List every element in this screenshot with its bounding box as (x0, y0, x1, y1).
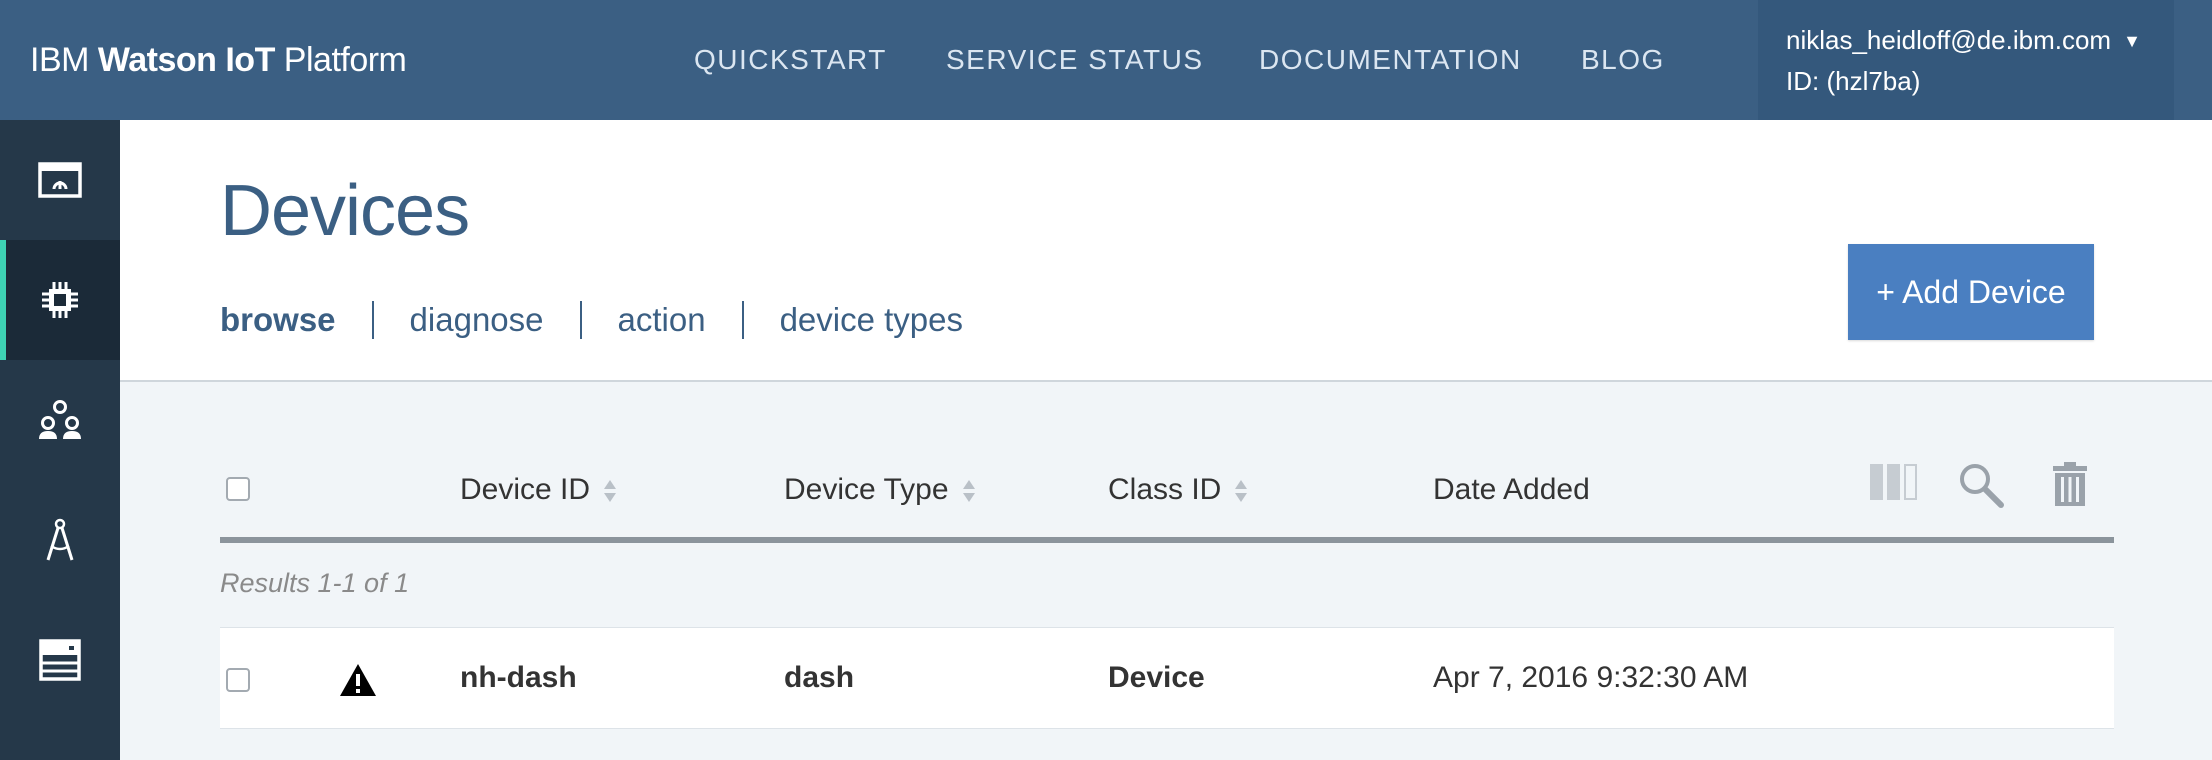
sidebar-item-dashboard[interactable] (0, 120, 120, 240)
members-icon (39, 400, 81, 439)
sidebar-item-extensions[interactable] (0, 600, 120, 720)
sidebar-item-members[interactable] (0, 360, 120, 480)
table-row[interactable]: nh-dash dash Device Apr 7, 2016 9:32:30 … (220, 627, 2114, 729)
tab-bar: browse diagnose action device types (220, 295, 963, 345)
table-header-divider (220, 537, 2114, 543)
brand-prefix: IBM (30, 41, 89, 79)
cell-device-type: dash (784, 661, 855, 694)
top-bar: IBM Watson IoT Platform QUICKSTART SERVI… (0, 0, 2212, 120)
tab-action[interactable]: action (618, 301, 706, 339)
cell-class-id: Device (1108, 661, 1205, 694)
brand-logo[interactable]: IBM Watson IoT Platform (30, 0, 407, 120)
column-device-id[interactable]: Device ID (460, 440, 617, 540)
compass-icon (46, 518, 74, 561)
nav-service-status[interactable]: SERVICE STATUS (946, 0, 1204, 120)
select-all-checkbox[interactable] (226, 477, 250, 501)
warning-icon (340, 664, 376, 696)
account-menu[interactable]: niklas_heidloff@de.ibm.com ▼ ID: (hzl7ba) (1758, 0, 2174, 120)
tab-divider (579, 301, 582, 339)
row-checkbox[interactable] (226, 668, 250, 692)
columns-icon[interactable] (1869, 462, 1919, 502)
tab-browse[interactable]: browse (220, 301, 336, 339)
column-label: Device ID (460, 473, 591, 506)
cell-device-id[interactable]: nh-dash (460, 628, 577, 728)
trash-icon[interactable] (2052, 462, 2088, 506)
results-count: Results 1-1 of 1 (220, 568, 410, 598)
server-icon (39, 639, 81, 681)
search-icon[interactable] (1958, 462, 2004, 508)
sort-icon (962, 478, 975, 504)
add-device-button[interactable]: + Add Device (1848, 244, 2094, 340)
sort-icon (1235, 478, 1248, 504)
cell-date-added: Apr 7, 2016 9:32:30 AM (1433, 661, 1749, 694)
caret-down-icon: ▼ (2123, 31, 2141, 51)
sidebar (0, 120, 120, 760)
tab-divider (371, 301, 374, 339)
table-header: Device ID Device Type Class ID Date Adde… (220, 440, 2114, 540)
sidebar-item-rules[interactable] (0, 480, 120, 600)
account-email: niklas_heidloff@de.ibm.com (1786, 25, 2112, 55)
column-device-type[interactable]: Device Type (784, 440, 975, 540)
nav-blog[interactable]: BLOG (1581, 0, 1665, 120)
sidebar-item-devices[interactable] (0, 240, 120, 360)
column-date-added[interactable]: Date Added (1433, 440, 1590, 540)
account-email-row: niklas_heidloff@de.ibm.com ▼ (1786, 20, 2174, 61)
tab-diagnose[interactable]: diagnose (410, 301, 544, 339)
account-id: ID: (hzl7ba) (1786, 66, 1921, 96)
nav-documentation[interactable]: DOCUMENTATION (1259, 0, 1522, 120)
page-title: Devices (220, 171, 470, 251)
brand-bold: Watson IoT (97, 41, 275, 79)
page-header: Devices browse diagnose action device ty… (120, 120, 2212, 382)
column-class-id[interactable]: Class ID (1108, 440, 1248, 540)
brand-suffix: Platform (283, 41, 407, 79)
column-label: Device Type (784, 473, 949, 506)
sort-icon (604, 478, 617, 504)
dashboard-icon (38, 162, 82, 198)
tab-device-types[interactable]: device types (780, 301, 963, 339)
nav-quickstart[interactable]: QUICKSTART (694, 0, 887, 120)
column-label: Class ID (1108, 473, 1222, 506)
tab-divider (741, 301, 744, 339)
chip-icon (42, 282, 78, 318)
column-label: Date Added (1433, 473, 1590, 506)
